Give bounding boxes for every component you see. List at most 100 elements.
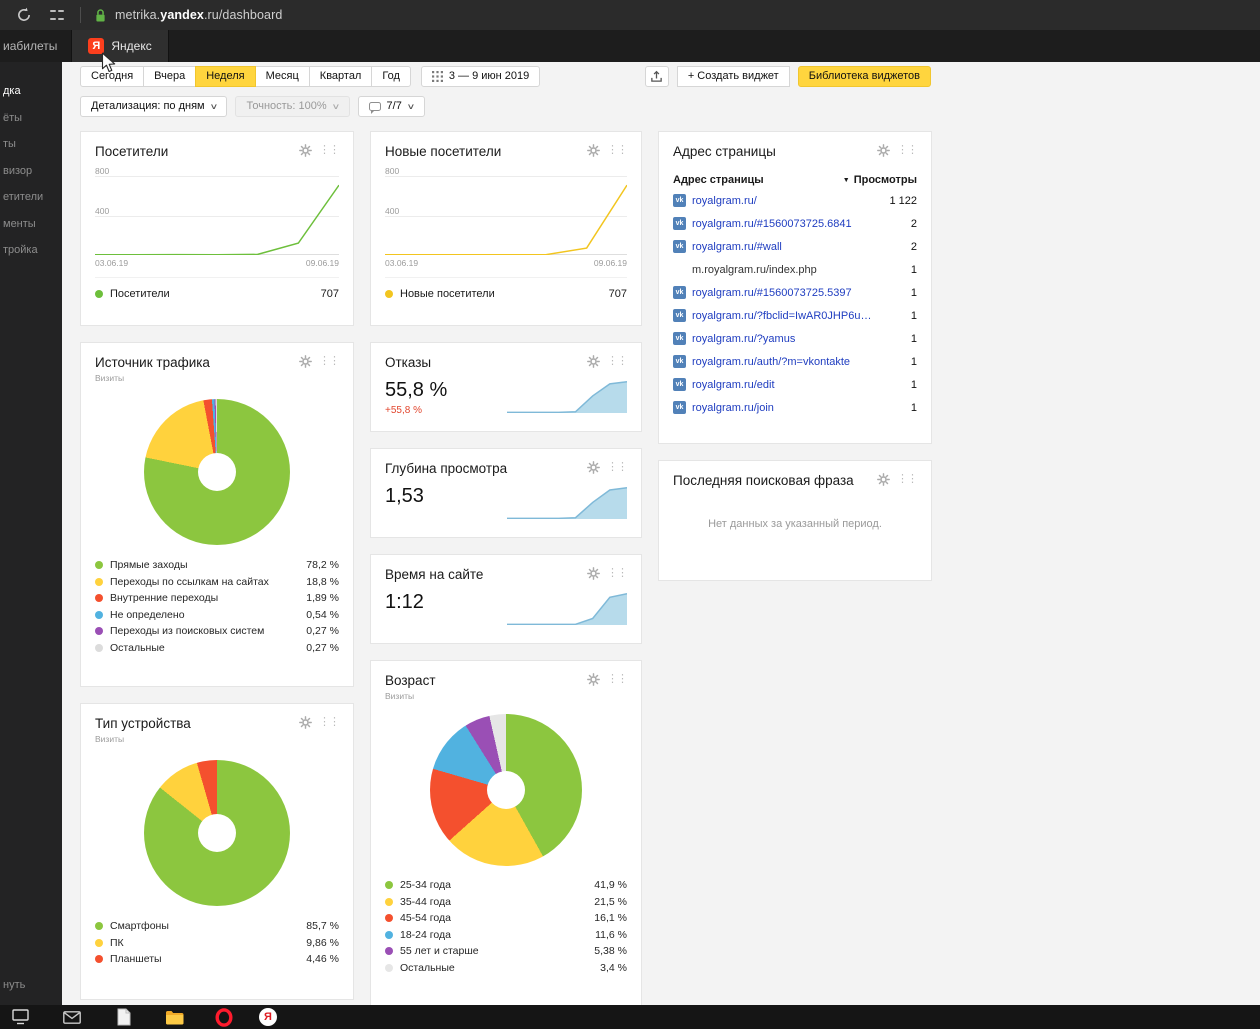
tab-avia[interactable]: иабилеты [0,30,71,62]
url-link[interactable]: royalgram.ru/#1560073725.6841 [692,218,852,230]
widget-library-button[interactable]: Библиотека виджетов [798,66,931,87]
legend-row: Переходы из поисковых систем 0,27 % [95,623,339,640]
url-link[interactable]: royalgram.ru/auth/?m=vkontakte [692,356,850,368]
sidebar-item[interactable]: ёты [0,105,62,132]
speed-dial-button[interactable] [50,8,64,22]
legend-label: ПК [110,937,124,949]
create-widget-button[interactable]: + Создать виджет [677,66,790,87]
url-views: 1 [911,287,917,299]
opera-browser-button[interactable] [214,1007,234,1027]
file-explorer-button[interactable] [164,1007,184,1027]
url-link[interactable]: m.royalgram.ru/index.php [692,264,817,276]
url-link[interactable]: royalgram.ru/#1560073725.5397 [692,287,852,299]
sidebar-item[interactable]: тройка [0,237,62,264]
widget-drag-handle-icon[interactable]: ⋮⋮ [607,356,627,367]
legend-label: Переходы по ссылкам на сайтах [110,576,269,588]
url-link[interactable]: royalgram.ru/?fbclid=IwAR0JHP6umy... [692,310,877,322]
tab-yandex[interactable]: Я Яндекс [71,30,168,62]
device-type-pie-chart[interactable] [144,760,290,906]
widget-drag-handle-icon[interactable]: ⋮⋮ [607,145,627,156]
sidebar-item[interactable]: ты [0,131,62,158]
widget-drag-handle-icon[interactable]: ⋮⋮ [607,674,627,685]
age-pie-chart[interactable] [430,714,582,866]
legend-value: 11,6 % [587,929,627,941]
legend-label: Остальные [400,962,455,974]
tab-strip: иабилеты Я Яндекс [0,30,1260,62]
browser-topbar: metrika.yandex.ru/dashboard [0,0,1260,30]
period-button[interactable]: Год [371,66,411,87]
widget-settings-icon[interactable] [877,144,890,157]
widget-settings-icon[interactable] [587,461,600,474]
mail-app-button[interactable] [62,1007,82,1027]
sidebar-item[interactable]: етители [0,184,62,211]
address-bar[interactable]: metrika.yandex.ru/dashboard [115,8,282,22]
vk-icon: vk [673,217,686,230]
task-view-icon [12,1009,29,1025]
widget-drag-handle-icon[interactable]: ⋮⋮ [319,717,339,728]
url-link[interactable]: royalgram.ru/?yamus [692,333,795,345]
taskbar: Я [0,1005,1260,1029]
new-visitors-chart: 800 400 [385,171,627,255]
legend-label: Переходы из поисковых систем [110,625,264,637]
export-button[interactable] [645,66,669,87]
url-link[interactable]: royalgram.ru/ [692,195,757,207]
yandex-browser-button[interactable]: Я [258,1007,278,1027]
comments-dropdown[interactable]: 7/7 ∨ [358,96,425,117]
widget-settings-icon[interactable] [587,673,600,686]
document-app-button[interactable] [114,1007,134,1027]
legend-label: Не определено [110,609,185,621]
widget-drag-handle-icon[interactable]: ⋮⋮ [897,474,917,485]
precision-dropdown[interactable]: Точность: 100% ∨ [235,96,349,117]
url-table-row: vkroyalgram.ru/#wall2 [673,235,917,258]
detail-dropdown[interactable]: Детализация: по дням ∨ [80,96,227,117]
widget-settings-icon[interactable] [299,716,312,729]
widget-drag-handle-icon[interactable]: ⋮⋮ [607,568,627,579]
reload-button[interactable] [16,7,32,23]
url-table-row: vkroyalgram.ru/1 122 [673,189,917,212]
period-button[interactable]: Квартал [309,66,373,87]
date-range-button[interactable]: 3 — 9 июн 2019 [421,66,540,87]
tab-avia-label: иабилеты [3,39,57,53]
period-button[interactable]: Сегодня [80,66,144,87]
traffic-source-pie-chart[interactable] [144,399,290,545]
task-view-button[interactable] [10,1007,30,1027]
url-link[interactable]: royalgram.ru/join [692,402,774,414]
period-button[interactable]: Неделя [195,66,255,87]
widget-title: Время на сайте [385,567,483,582]
widget-drag-handle-icon[interactable]: ⋮⋮ [319,145,339,156]
legend-value: 707 [609,288,627,300]
comments-label: 7/7 [387,101,402,112]
url-table-row: vkroyalgram.ru/join1 [673,396,917,419]
sidebar-collapse-button[interactable]: нуть [3,979,25,991]
widget-drag-handle-icon[interactable]: ⋮⋮ [319,356,339,367]
widget-settings-icon[interactable] [877,473,890,486]
url-link[interactable]: royalgram.ru/edit [692,379,775,391]
widget-drag-handle-icon[interactable]: ⋮⋮ [897,145,917,156]
legend-dot [95,627,103,635]
vk-icon: vk [673,194,686,207]
period-button[interactable]: Месяц [255,66,310,87]
sidebar-item[interactable]: визор [0,158,62,185]
period-button[interactable]: Вчера [143,66,196,87]
widget-title: Адрес страницы [673,144,776,159]
legend-dot [95,922,103,930]
views-column-header[interactable]: ▼ Просмотры [843,174,917,186]
sidebar-item[interactable]: дка [0,78,62,105]
widget-page-depth: Глубина просмотра ⋮⋮ 1,53 [370,448,642,538]
widget-drag-handle-icon[interactable]: ⋮⋮ [607,462,627,473]
secure-lock-icon[interactable] [95,8,106,23]
widget-title: Глубина просмотра [385,461,507,476]
date-range-label: 3 — 9 июн 2019 [449,71,529,82]
legend-value: 0,27 % [298,625,339,637]
legend-dot [385,931,393,939]
widget-settings-icon[interactable] [587,567,600,580]
sidebar-item[interactable]: менты [0,211,62,238]
widget-settings-icon[interactable] [587,144,600,157]
legend-label: 18-24 года [400,929,451,941]
widget-settings-icon[interactable] [587,355,600,368]
widget-settings-icon[interactable] [299,144,312,157]
legend-dot [95,561,103,569]
url-link[interactable]: royalgram.ru/#wall [692,241,782,253]
tile-icon [50,18,56,20]
widget-settings-icon[interactable] [299,355,312,368]
